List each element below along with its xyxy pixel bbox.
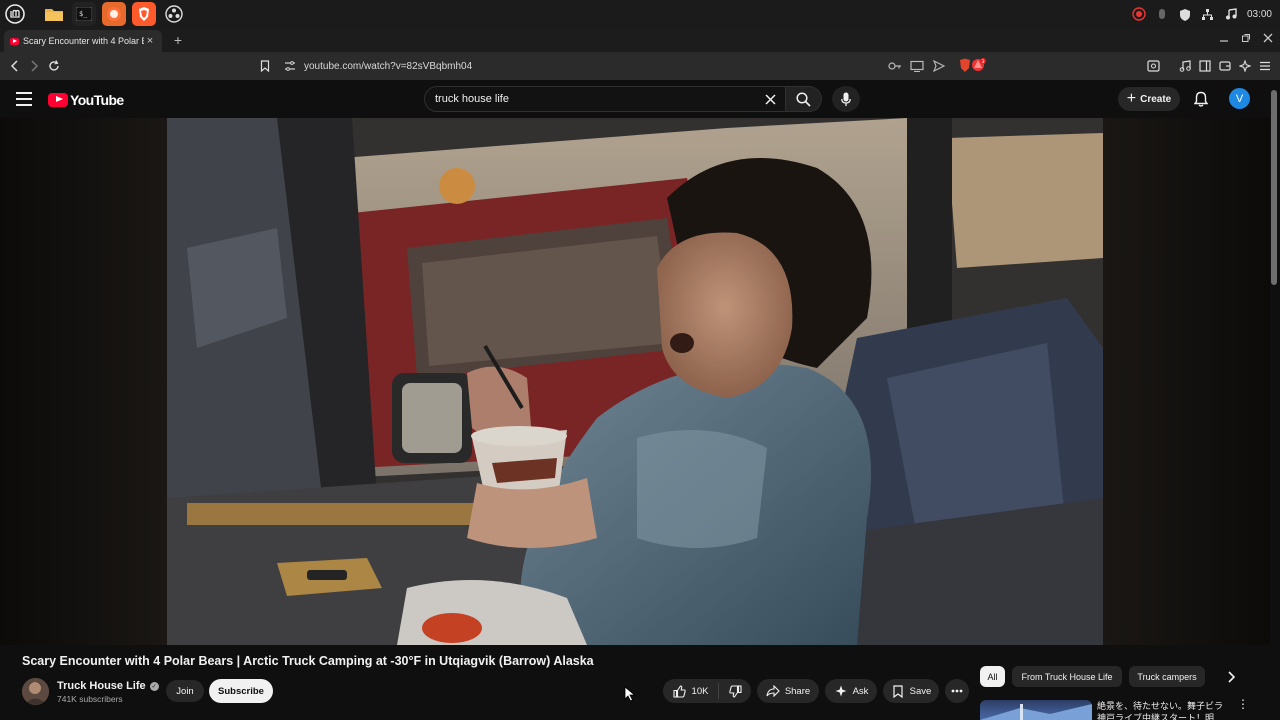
- mint-menu-icon[interactable]: [2, 2, 28, 26]
- search-button[interactable]: [786, 86, 822, 112]
- related-video-title[interactable]: 絶景を、待たせない。舞子ビラ 神戸ライブ中継スタート！明: [1097, 700, 1229, 720]
- capsule-icon[interactable]: [1155, 7, 1169, 21]
- related-more-icon[interactable]: ⋮: [1237, 698, 1249, 716]
- youtube-logo[interactable]: YouTube: [48, 91, 124, 108]
- channel-name-text[interactable]: Truck House Life: [57, 680, 146, 692]
- browser-menu-icon[interactable]: [1258, 59, 1272, 73]
- screenshot-icon[interactable]: [1146, 59, 1160, 73]
- brave-browser-icon[interactable]: [132, 2, 156, 26]
- shield-tray-icon[interactable]: [1178, 7, 1192, 21]
- channel-avatar[interactable]: [22, 678, 49, 705]
- chip-truck-campers[interactable]: Truck campers: [1129, 666, 1205, 687]
- send-icon[interactable]: [932, 59, 946, 73]
- browser-tab-strip: Scary Encounter with 4 Polar Bears | Arc…: [0, 28, 1280, 52]
- tab-title: Scary Encounter with 4 Polar Bears | Arc…: [23, 36, 144, 46]
- mouse-cursor-icon: [624, 686, 636, 702]
- subscribe-button[interactable]: Subscribe: [209, 679, 273, 703]
- sparkle-icon: [834, 684, 848, 698]
- voice-search-button[interactable]: [832, 86, 860, 112]
- page-scrollbar[interactable]: [1271, 90, 1277, 285]
- restore-window-button[interactable]: [1236, 31, 1256, 49]
- search-box: [424, 86, 786, 112]
- obs-studio-icon[interactable]: [162, 2, 186, 26]
- back-icon[interactable]: [6, 57, 24, 75]
- youtube-favicon-icon: [10, 37, 19, 45]
- ask-button[interactable]: Ask: [825, 679, 877, 703]
- svg-text:3: 3: [982, 59, 985, 65]
- share-button[interactable]: Share: [757, 679, 819, 703]
- files-folder-icon[interactable]: [42, 2, 66, 26]
- svg-text:$_: $_: [79, 10, 88, 18]
- network-icon[interactable]: [1201, 7, 1215, 21]
- video-player[interactable]: [0, 118, 1270, 645]
- create-label: Create: [1140, 93, 1172, 105]
- chip-all[interactable]: All: [980, 666, 1005, 687]
- firefox-icon[interactable]: [102, 2, 126, 26]
- chips-next-icon[interactable]: [1222, 668, 1240, 686]
- thumbs-down-icon: [728, 684, 742, 698]
- video-frame[interactable]: [167, 118, 1103, 645]
- record-status-icon[interactable]: [1132, 7, 1146, 21]
- music-note-icon[interactable]: [1224, 7, 1238, 21]
- microphone-icon: [841, 92, 851, 106]
- ambient-mode-left: [0, 118, 167, 645]
- join-button[interactable]: Join: [166, 680, 204, 702]
- ambient-mode-right: [1103, 118, 1270, 645]
- like-button[interactable]: 10K: [663, 683, 719, 699]
- clear-search-icon[interactable]: [761, 90, 779, 108]
- share-label: Share: [784, 685, 811, 697]
- wallet-icon[interactable]: [1218, 59, 1232, 73]
- new-tab-button[interactable]: +: [170, 31, 186, 49]
- related-video-thumbnail[interactable]: [980, 700, 1092, 720]
- reload-icon[interactable]: [45, 57, 63, 75]
- like-dislike-segment: 10K: [663, 679, 751, 703]
- save-label: Save: [909, 685, 932, 697]
- url-text: youtube.com/watch?v=82sVBqbmh04: [304, 60, 473, 72]
- media-music-icon[interactable]: [1178, 59, 1192, 73]
- search-icon: [796, 91, 811, 107]
- plus-icon: +: [1126, 90, 1137, 107]
- more-actions-button[interactable]: [945, 679, 969, 703]
- video-title: Scary Encounter with 4 Polar Bears | Arc…: [22, 654, 594, 668]
- close-window-button[interactable]: [1258, 31, 1278, 49]
- account-avatar[interactable]: V: [1229, 88, 1250, 109]
- leo-ai-icon[interactable]: [1238, 59, 1252, 73]
- minimize-window-button[interactable]: [1214, 31, 1234, 49]
- save-bookmark-icon: [891, 684, 905, 698]
- bookmark-icon[interactable]: [258, 59, 272, 73]
- guide-menu-icon[interactable]: [16, 92, 32, 106]
- youtube-play-logo-icon: [48, 92, 68, 107]
- tab-close-icon[interactable]: ×: [144, 35, 156, 47]
- search-input[interactable]: [435, 90, 755, 108]
- thumbs-up-icon: [673, 684, 687, 698]
- save-button[interactable]: Save: [883, 679, 939, 703]
- clock[interactable]: 03:00: [1247, 9, 1272, 20]
- more-horizontal-icon: [951, 689, 963, 693]
- subscriber-count: 741K subscribers: [57, 694, 123, 704]
- notifications-bell-icon[interactable]: [1190, 88, 1212, 110]
- dislike-button[interactable]: [719, 684, 751, 698]
- site-settings-icon[interactable]: [284, 60, 296, 75]
- channel-name[interactable]: Truck House Life ✓: [57, 680, 159, 692]
- video-still-image: [167, 118, 1103, 645]
- browser-tab-active[interactable]: Scary Encounter with 4 Polar Bears | Arc…: [4, 30, 162, 52]
- chip-from-channel[interactable]: From Truck House Life: [1012, 666, 1122, 687]
- terminal-icon[interactable]: $_: [72, 2, 96, 26]
- sidebar-icon[interactable]: [1198, 59, 1212, 73]
- like-count: 10K: [691, 685, 709, 697]
- create-button[interactable]: + Create: [1118, 87, 1180, 111]
- os-top-panel: $_ 03:00: [0, 0, 1280, 28]
- youtube-logo-text: YouTube: [70, 91, 124, 108]
- youtube-masthead: YouTube + Create V: [0, 80, 1280, 118]
- brave-shields-icon[interactable]: 3: [957, 58, 987, 73]
- forward-icon[interactable]: [25, 57, 43, 75]
- share-arrow-icon: [766, 684, 780, 698]
- ask-label: Ask: [852, 685, 869, 697]
- browser-toolbar: youtube.com/watch?v=82sVBqbmh04 3: [0, 52, 1280, 80]
- verified-check-icon: ✓: [149, 681, 159, 691]
- key-icon[interactable]: [888, 59, 902, 73]
- cast-icon[interactable]: [910, 59, 924, 73]
